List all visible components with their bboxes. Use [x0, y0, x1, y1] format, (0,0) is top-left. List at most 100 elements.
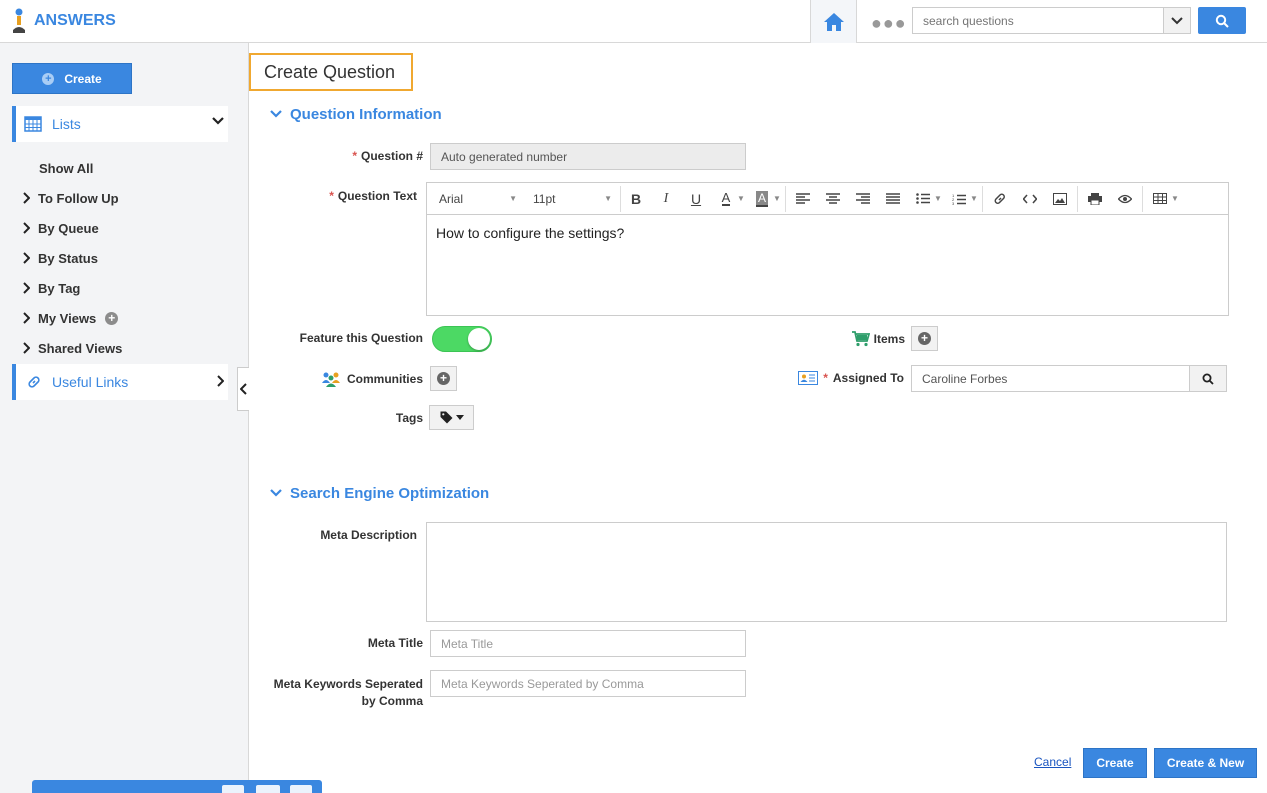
more-menu-icon[interactable]: ●●● — [871, 13, 907, 34]
meta-description-field[interactable] — [426, 522, 1227, 622]
meta-title-field[interactable] — [430, 630, 746, 657]
app-logo[interactable]: ANSWERS — [10, 8, 116, 34]
question-information-section-header[interactable]: Question Information — [270, 106, 442, 123]
search-input[interactable] — [913, 8, 1163, 33]
chevron-down-icon — [212, 117, 224, 125]
chat-widget-bar[interactable] — [32, 780, 322, 793]
sidebar-item-by-queue[interactable]: By Queue — [22, 213, 122, 243]
feature-question-toggle[interactable] — [432, 326, 492, 352]
bold-icon[interactable]: B — [621, 186, 651, 212]
sidebar-item-label: My Views — [38, 310, 97, 326]
bullet-list-dropdown-icon[interactable]: ▼ — [934, 194, 944, 203]
insert-image-icon[interactable] — [1045, 186, 1075, 212]
lists-section-header[interactable]: Lists — [12, 106, 228, 142]
meta-description-label: Meta Description — [320, 528, 417, 542]
page-title: Create Question — [249, 53, 413, 91]
add-communities-button[interactable]: + — [430, 366, 457, 391]
sidebar-item-my-views[interactable]: My Views + — [22, 303, 122, 333]
insert-table-dropdown-icon[interactable]: ▼ — [1171, 194, 1181, 203]
meta-keywords-label: Meta Keywords Seperated by Comma — [273, 677, 423, 708]
search-box — [912, 7, 1191, 34]
top-bar: ANSWERS ●●● — [0, 0, 1267, 43]
chevron-right-icon — [23, 222, 30, 234]
meta-title-label: Meta Title — [367, 636, 423, 650]
assigned-to-lookup-button[interactable] — [1189, 365, 1227, 392]
answers-logo-icon — [10, 8, 28, 34]
sidebar-item-show-all[interactable]: Show All — [22, 153, 122, 183]
assigned-to-label: * Assigned To — [790, 371, 904, 385]
chat-window-icon[interactable] — [222, 785, 244, 793]
numbered-list-dropdown-icon[interactable]: ▼ — [970, 194, 980, 203]
sidebar-create-button[interactable]: + Create — [12, 63, 132, 94]
text-color-dropdown-icon[interactable]: ▼ — [737, 194, 747, 203]
useful-links-header[interactable]: Useful Links — [12, 364, 228, 400]
question-number-label: * Question # — [352, 149, 423, 163]
home-button[interactable] — [810, 0, 857, 43]
align-center-icon[interactable] — [818, 186, 848, 212]
sidebar-item-by-tag[interactable]: By Tag — [22, 273, 122, 303]
chevron-right-icon — [23, 282, 30, 294]
chat-person-icon[interactable] — [256, 785, 280, 793]
add-view-icon[interactable]: + — [105, 311, 119, 325]
italic-icon[interactable]: I — [651, 186, 681, 212]
sidebar-item-label: Shared Views — [38, 340, 123, 356]
font-size-select[interactable]: 11pt ▼ — [525, 185, 621, 212]
chevron-right-icon — [23, 342, 30, 354]
background-color-dropdown-icon[interactable]: ▼ — [773, 194, 783, 203]
chevron-right-icon — [23, 192, 30, 204]
sidebar-item-by-status[interactable]: By Status — [22, 243, 122, 273]
sidebar-item-to-follow-up[interactable]: To Follow Up — [22, 183, 122, 213]
seo-section-header[interactable]: Search Engine Optimization — [270, 485, 489, 502]
search-icon — [1215, 14, 1229, 28]
useful-links-label: Useful Links — [52, 374, 129, 390]
editor-content[interactable]: How to configure the settings? — [427, 215, 1228, 251]
tag-icon — [440, 411, 452, 424]
assigned-to-field[interactable] — [911, 365, 1190, 392]
sidebar-item-label: By Queue — [38, 220, 99, 236]
communities-label: Communities — [310, 371, 423, 387]
align-justify-icon[interactable] — [878, 186, 908, 212]
chevron-right-icon — [217, 375, 224, 387]
preview-eye-icon[interactable] — [1110, 186, 1140, 212]
plus-icon: + — [437, 372, 450, 385]
editor-toolbar: Arial ▼ 11pt ▼ B I U A ▼ A ▼ ▼ 123 ▼ ▼ — [427, 183, 1228, 215]
cancel-link[interactable]: Cancel — [1034, 755, 1071, 769]
sidebar-item-shared-views[interactable]: Shared Views — [22, 333, 122, 363]
chat-minimize-icon[interactable] — [290, 785, 312, 793]
plus-circle-icon: + — [42, 72, 55, 85]
create-button[interactable]: Create — [1083, 748, 1147, 778]
search-button[interactable] — [1198, 7, 1246, 34]
link-icon — [28, 376, 40, 388]
print-icon[interactable] — [1080, 186, 1110, 212]
sidebar-item-label: To Follow Up — [38, 190, 119, 206]
caret-down-icon — [455, 415, 464, 420]
tags-dropdown-button[interactable] — [429, 405, 474, 430]
communities-icon — [321, 372, 340, 387]
feature-question-label: Feature this Question — [299, 331, 423, 345]
chevron-down-icon — [270, 489, 282, 497]
search-filter-dropdown[interactable] — [1163, 8, 1190, 33]
section-title: Question Information — [290, 106, 442, 123]
underline-icon[interactable]: U — [681, 186, 711, 212]
question-text-editor: Arial ▼ 11pt ▼ B I U A ▼ A ▼ ▼ 123 ▼ ▼ How… — [426, 182, 1229, 316]
align-left-icon[interactable] — [788, 186, 818, 212]
add-items-button[interactable]: + — [911, 326, 938, 351]
meta-keywords-field[interactable] — [430, 670, 746, 697]
sidebar: + Create Lists Show All To Follow Up By … — [0, 43, 249, 793]
sidebar-item-label: Show All — [39, 160, 94, 176]
insert-link-icon[interactable] — [985, 186, 1015, 212]
tags-label: Tags — [395, 411, 423, 425]
sidebar-item-label: By Tag — [38, 280, 81, 296]
font-family-select[interactable]: Arial ▼ — [431, 186, 525, 212]
search-icon — [1202, 373, 1214, 385]
chevron-right-icon — [23, 252, 30, 264]
contact-card-icon — [798, 371, 819, 385]
home-icon — [823, 12, 844, 31]
shopping-cart-icon — [851, 331, 870, 347]
plus-icon: + — [918, 332, 931, 345]
align-right-icon[interactable] — [848, 186, 878, 212]
code-icon[interactable] — [1015, 186, 1045, 212]
sidebar-item-label: By Status — [38, 250, 98, 266]
create-and-new-button[interactable]: Create & New — [1154, 748, 1257, 778]
sidebar-collapse-toggle[interactable] — [237, 367, 249, 411]
